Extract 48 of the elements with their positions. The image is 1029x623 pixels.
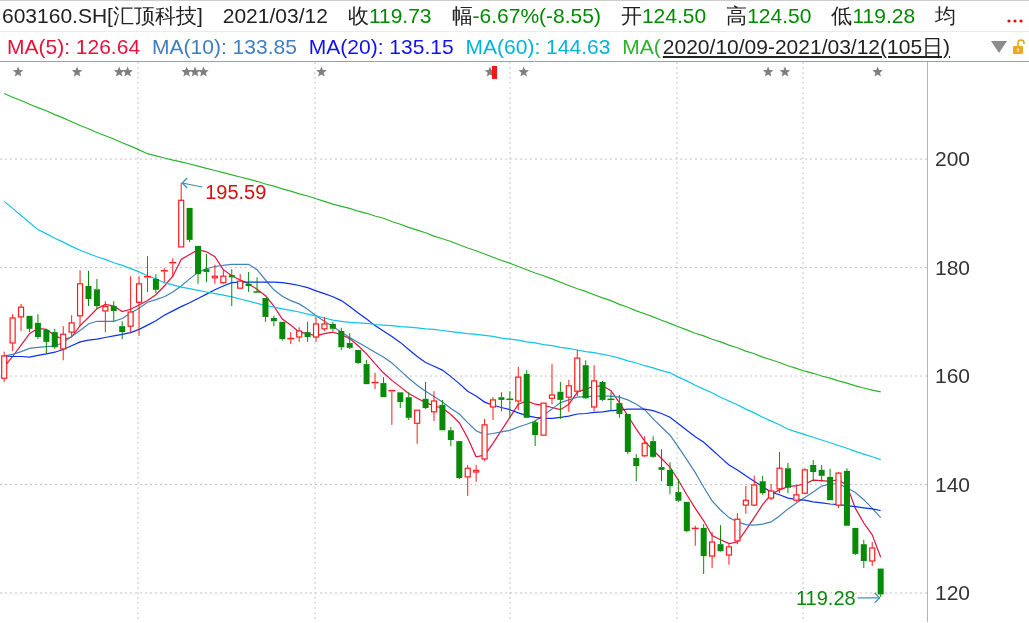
quote-value: 119.28	[852, 3, 916, 30]
leader-arrow	[857, 592, 881, 604]
star-icon[interactable]	[316, 66, 327, 77]
star-icon[interactable]	[181, 66, 192, 77]
quote-value: 124.50	[747, 3, 812, 30]
date-range-link[interactable]: 2020/10/09-2021/03/12(105日)	[662, 36, 951, 57]
axis-label: 120	[935, 581, 971, 604]
star-icon[interactable]	[12, 66, 24, 77]
leader-arrow	[181, 177, 203, 189]
star-icon[interactable]	[198, 66, 209, 77]
star-icon[interactable]	[71, 66, 83, 77]
candlestick	[168, 257, 177, 278]
star-icon[interactable]	[518, 66, 530, 77]
quote-value: 119.73	[368, 3, 432, 30]
quote-label: 低	[831, 3, 853, 30]
quote-value: 124.50	[641, 3, 707, 30]
moving-average-value: MA(20): 135.15	[308, 33, 454, 60]
high-price-label: 195.59	[205, 181, 267, 203]
star-icon[interactable]	[122, 66, 133, 77]
star-icon[interactable]	[113, 66, 125, 77]
stock-symbol: 603160.SH[汇顶科技]	[2, 3, 203, 30]
moving-average-value: MA(	[622, 33, 661, 60]
quote-label: 开	[620, 3, 642, 30]
quote-label: 收	[347, 3, 369, 30]
quote-label: 幅	[451, 3, 473, 30]
axis-label: 180	[935, 255, 971, 279]
axis-label: 160	[935, 364, 971, 388]
dropdown-caret-icon[interactable]	[991, 40, 1007, 53]
quote-label: 高	[726, 3, 748, 30]
star-icon[interactable]	[872, 66, 883, 77]
moving-average-value: MA(10): 133.85	[152, 33, 297, 60]
padlock-icon[interactable]	[1013, 39, 1026, 54]
star-icon[interactable]	[189, 66, 201, 77]
candlestick	[606, 391, 616, 411]
star-icon[interactable]	[762, 66, 774, 77]
moving-average-value: MA(5): 126.64	[7, 33, 141, 60]
quote-value: -6.67%(-8.55)	[472, 3, 601, 30]
quote-date: 2021/03/12	[222, 3, 328, 30]
moving-average-value: MA(60): 144.63	[465, 33, 611, 60]
candlestick	[473, 464, 480, 483]
more-icon[interactable]	[1007, 19, 1023, 23]
candlestick	[252, 276, 262, 294]
axis-label: 200	[935, 147, 971, 171]
axis-label: 140	[935, 472, 971, 496]
star-icon[interactable]	[779, 66, 791, 77]
candlestick	[160, 267, 169, 283]
quote-label: 均	[935, 3, 957, 30]
low-price-label: 119.28	[795, 586, 856, 609]
